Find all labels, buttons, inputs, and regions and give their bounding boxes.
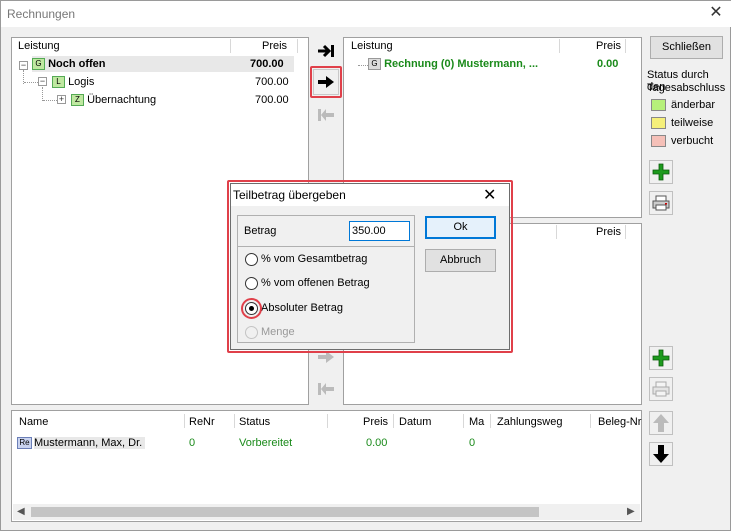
printer-icon [652,381,670,397]
col-header-renr[interactable]: ReNr [189,416,215,428]
tree-label: Übernachtung [87,94,157,106]
col-header-zahlungsweg[interactable]: Zahlungsweg [497,416,562,428]
tree-price: 700.00 [255,94,289,106]
arrow-to-start-icon [318,109,334,121]
expand-icon[interactable]: + [57,95,66,104]
invoice-row-icon: Re [17,437,32,449]
return-all-button[interactable] [313,102,339,128]
cell-preis: 0.00 [366,437,388,449]
col-header-leistung[interactable]: Leistung [18,38,60,54]
scroll-left-icon[interactable]: ◀ [17,506,25,517]
legend-swatch-red [651,135,666,147]
legend-label: verbucht [671,135,714,147]
transfer-all-button[interactable] [313,38,339,64]
col-header-status[interactable]: Status [239,416,270,428]
arrow-to-start-icon [318,383,334,395]
scrollbar-thumb[interactable] [31,507,539,517]
col-header-ma[interactable]: Ma [469,416,484,428]
cell-ma: 0 [469,437,476,449]
highlight-transfer-button [310,66,342,98]
tree-price: 0.00 [597,58,619,70]
tree-label: Noch offen [48,58,106,70]
add-lower-button[interactable] [649,346,673,370]
arrow-up-icon [653,414,669,432]
tree-price: 700.00 [255,76,289,88]
tree-row-uebernachtung[interactable]: Z Übernachtung 700.00 [71,92,294,108]
tree-row-logis[interactable]: L Logis 700.00 [52,74,294,90]
group-badge-icon: G [368,58,381,71]
cell-renr: 0 [189,437,196,449]
plus-icon [652,349,670,367]
item-badge-icon: Z [71,94,84,107]
col-header-beleg[interactable]: Beleg-Nr [598,416,641,428]
tree-row-invoice[interactable]: G Rechnung (0) Mustermann, ... 0.00 [368,56,638,72]
title-bar: Rechnungen ✕ [1,1,731,27]
col-header-name[interactable]: Name [19,416,48,428]
scroll-right-icon[interactable]: ▶ [627,506,635,517]
close-icon[interactable]: ✕ [707,4,725,22]
invoice-list[interactable]: Name ReNr Status Preis Datum Ma Zahlungs… [11,410,642,522]
col-header-datum[interactable]: Datum [399,416,431,428]
arrow-down-icon [653,445,669,463]
horizontal-scrollbar[interactable]: ◀ ▶ [13,504,640,520]
plus-icon [652,163,670,181]
tree-price: 700.00 [250,58,284,70]
status-heading: Tagesabschluss [647,82,726,94]
cell-status: Vorbereitet [239,437,293,449]
table-row[interactable]: Re Mustermann, Max, Dr. 0 Vorbereitet 0.… [13,435,633,453]
add-invoice-button[interactable] [649,160,673,184]
legend-label: änderbar [671,99,716,111]
print-invoice-button[interactable] [649,191,673,215]
col-header-leistung[interactable]: Leistung [351,38,393,54]
arrow-to-end-icon [318,44,334,58]
collapse-icon[interactable]: − [38,77,47,86]
legend-label: teilweise [671,117,714,129]
col-header-preis[interactable]: Preis [363,416,388,428]
col-header-preis[interactable]: Preis [262,38,287,54]
highlight-dialog [227,180,513,353]
logis-badge-icon: L [52,76,65,89]
tree-row-noch-offen[interactable]: G Noch offen 700.00 [32,56,294,72]
main-window: Rechnungen ✕ Leistung Preis − G Noch off… [0,0,731,531]
tree-label: Rechnung (0) Mustermann, ... [384,58,539,70]
close-button[interactable]: Schließen [650,36,723,59]
window-title: Rechnungen [7,7,76,21]
group-badge-icon: G [32,58,45,71]
col-header-preis[interactable]: Preis [596,38,621,54]
print-lower-button[interactable] [649,377,673,401]
move-up-button[interactable] [649,411,673,435]
move-down-button[interactable] [649,442,673,466]
collapse-icon[interactable]: − [19,61,28,70]
cell-name: Mustermann, Max, Dr. [34,437,146,449]
printer-icon [652,195,670,211]
legend-swatch-green [651,99,666,111]
tree-label: Logis [68,76,95,88]
legend-swatch-yellow [651,117,666,129]
col-header-preis[interactable]: Preis [596,224,621,240]
return-lower-button[interactable] [313,376,339,402]
